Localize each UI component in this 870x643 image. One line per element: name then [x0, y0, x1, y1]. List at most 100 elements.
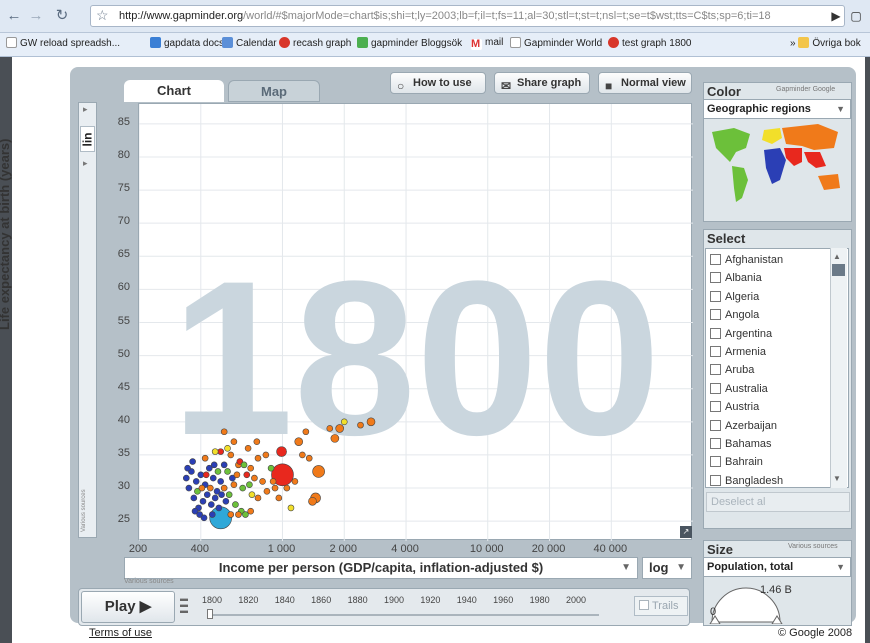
country-bubble[interactable] — [246, 481, 253, 489]
trails-toggle[interactable]: Trails — [634, 596, 688, 616]
bookmark-item[interactable]: Mmail — [471, 37, 503, 50]
country-bubble[interactable] — [190, 494, 198, 502]
country-bubble[interactable] — [214, 468, 222, 475]
country-bubble[interactable] — [326, 425, 334, 432]
country-bubble[interactable] — [200, 514, 208, 522]
country-bubble[interactable] — [208, 511, 216, 518]
country-bubble[interactable] — [263, 488, 271, 495]
share-graph-button[interactable]: ✉ Share graph — [494, 72, 590, 94]
country-bubble[interactable] — [244, 445, 252, 452]
bookmark-item[interactable]: Calendar — [222, 37, 277, 49]
bookmark-overflow[interactable]: » Övriga bok — [790, 37, 861, 49]
size-indicator-select[interactable]: Population, total ▼ — [703, 557, 851, 577]
bookmark-item[interactable]: gapdata docs — [150, 37, 224, 49]
country-bubble[interactable] — [227, 451, 235, 459]
country-bubble[interactable] — [220, 484, 228, 492]
country-list-item[interactable]: Bangladesh — [710, 472, 783, 487]
bookmark-star-icon[interactable]: ☆ — [96, 7, 109, 24]
y-arrow-icon[interactable]: ▸ — [83, 158, 88, 169]
country-bubble[interactable] — [248, 491, 256, 498]
country-bubble[interactable] — [211, 494, 219, 502]
country-bubble[interactable] — [275, 494, 283, 502]
checkbox-icon[interactable] — [710, 419, 721, 431]
checkbox-icon[interactable] — [710, 272, 721, 284]
country-list-item[interactable]: Australia — [710, 380, 768, 398]
checkbox-icon[interactable] — [710, 401, 721, 413]
checkbox-icon[interactable] — [710, 254, 721, 265]
country-bubble[interactable] — [287, 504, 295, 512]
checkbox-icon[interactable] — [710, 327, 721, 339]
country-list-item[interactable]: Armenia — [710, 343, 766, 361]
country-bubble[interactable] — [211, 448, 219, 455]
country-bubble[interactable] — [201, 454, 209, 462]
reload-icon[interactable]: ↻ — [52, 6, 72, 26]
country-bubble[interactable] — [230, 438, 238, 445]
country-bubble[interactable] — [240, 461, 248, 469]
country-bubble[interactable] — [215, 504, 223, 512]
country-bubble[interactable] — [283, 484, 291, 492]
country-bubble[interactable] — [308, 496, 317, 506]
country-bubble[interactable] — [227, 511, 235, 518]
checkbox-icon[interactable] — [710, 290, 721, 302]
address-bar[interactable]: http://www.gapminder.org/world/#$majorMo… — [90, 5, 845, 27]
country-list-item[interactable]: Austria — [710, 398, 759, 416]
x-scale-select[interactable]: log ▼ — [642, 557, 692, 579]
country-bubble[interactable] — [207, 501, 215, 508]
checkbox-icon[interactable] — [710, 346, 721, 357]
country-bubble[interactable] — [247, 464, 254, 472]
country-bubble[interactable] — [218, 491, 225, 498]
country-bubble[interactable] — [217, 448, 224, 455]
country-list-item[interactable]: Angola — [710, 306, 759, 324]
bookmark-item[interactable]: gapminder Bloggsök — [357, 37, 462, 49]
country-bubble[interactable] — [217, 478, 224, 485]
tab-map[interactable]: Map — [228, 80, 320, 102]
country-bubble[interactable] — [220, 461, 228, 469]
country-list-scrollbar[interactable]: ▲ ▼ — [830, 248, 847, 488]
country-bubble[interactable] — [251, 474, 258, 482]
country-bubble[interactable] — [276, 446, 287, 457]
country-bubble[interactable] — [330, 434, 340, 443]
checkbox-icon[interactable] — [710, 456, 721, 468]
country-bubble[interactable] — [291, 478, 299, 485]
country-bubble[interactable] — [262, 451, 270, 459]
country-list-item[interactable]: Bahamas — [710, 435, 771, 453]
bookmark-item[interactable]: test graph 1800 — [608, 37, 692, 49]
country-bubble[interactable] — [235, 511, 242, 518]
country-bubble[interactable] — [230, 481, 238, 489]
color-indicator-select[interactable]: Geographic regions ▼ — [703, 99, 851, 119]
country-bubble[interactable] — [224, 468, 231, 475]
bookmark-item[interactable]: Gapminder World — [510, 37, 602, 49]
x-axis-indicator-select[interactable]: Income per person (GDP/capita, inflation… — [124, 557, 638, 579]
scroll-up-icon[interactable]: ▲ — [833, 252, 841, 261]
country-bubble[interactable] — [271, 484, 279, 492]
speed-slider-icon[interactable]: ▬ ▬ ▬ — [180, 595, 192, 618]
country-bubble[interactable] — [202, 471, 210, 479]
country-bubble[interactable] — [254, 454, 262, 462]
checkbox-icon[interactable] — [710, 309, 721, 321]
play-button[interactable]: Play ▶ — [81, 591, 175, 623]
checkbox-icon[interactable] — [710, 474, 721, 486]
scroll-thumb[interactable] — [832, 264, 845, 276]
country-bubble[interactable] — [254, 494, 262, 502]
country-list-item[interactable]: Algeria — [710, 288, 759, 306]
country-list-item[interactable]: Azerbaijan — [710, 417, 777, 435]
y-arrow-icon[interactable]: ▸ — [83, 104, 88, 115]
country-bubble[interactable] — [335, 424, 344, 433]
country-bubble[interactable] — [340, 418, 348, 426]
country-bubble[interactable] — [299, 451, 306, 459]
country-list-item[interactable]: Bahrain — [710, 453, 763, 471]
country-list-item[interactable]: Argentina — [710, 325, 772, 343]
checkbox-icon[interactable] — [710, 364, 721, 376]
country-bubble[interactable] — [225, 491, 233, 498]
country-bubble[interactable] — [199, 497, 207, 505]
country-bubble[interactable] — [203, 491, 211, 498]
country-bubble[interactable] — [253, 438, 261, 445]
country-bubble[interactable] — [206, 484, 214, 492]
deselect-all-button[interactable]: Deselect al — [706, 492, 850, 512]
country-bubble[interactable] — [198, 484, 206, 492]
normal-view-button[interactable]: ■ Normal view — [598, 72, 692, 94]
country-bubble[interactable] — [357, 421, 364, 429]
how-to-use-button[interactable]: ○ How to use — [390, 72, 486, 94]
country-bubble[interactable] — [259, 478, 266, 485]
country-bubble[interactable] — [302, 428, 310, 436]
